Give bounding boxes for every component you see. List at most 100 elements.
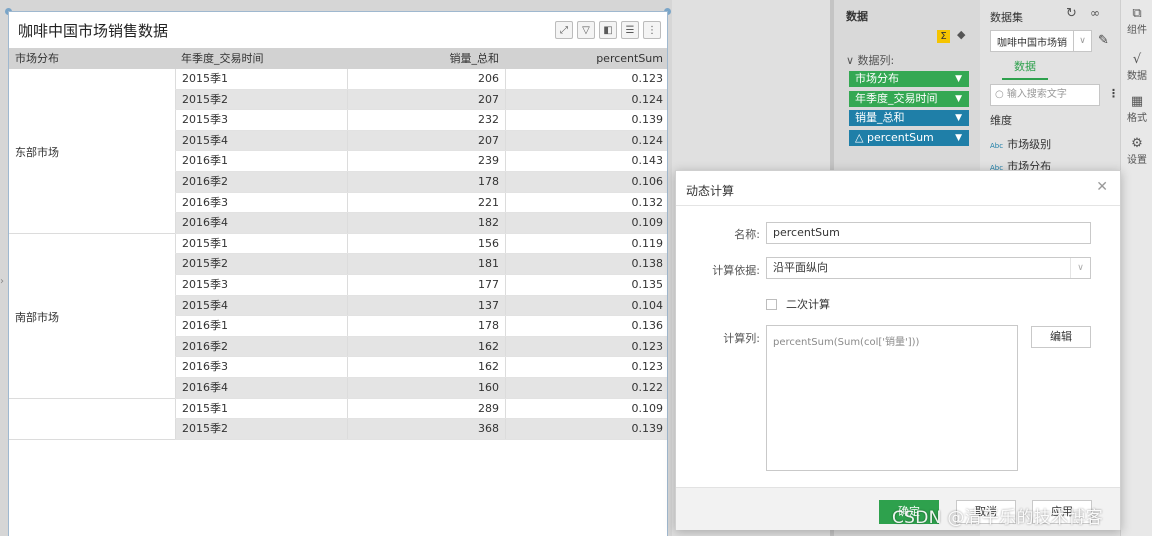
widget-toolbar: ⤢ ▽ ◧ ☰ ⋮ xyxy=(555,21,661,39)
caret-down-icon[interactable]: ▼ xyxy=(955,130,962,146)
edit-button[interactable]: 编辑 xyxy=(1031,326,1091,348)
table-row[interactable]: 2015季4 137 0.104 xyxy=(175,295,667,317)
watermark: CSDN @清平乐的技术博客 xyxy=(892,508,1104,528)
table-row[interactable]: 2016季4 160 0.122 xyxy=(175,378,667,399)
table-row[interactable]: 2016季2 178 0.106 xyxy=(175,172,667,193)
cell-sales: 289 xyxy=(347,398,505,419)
collapse-arrow-icon[interactable]: › xyxy=(0,276,4,287)
name-field[interactable]: percentSum xyxy=(766,222,1091,244)
caret-down-icon[interactable]: ▼ xyxy=(955,91,962,107)
expand-icon[interactable]: ⤢ xyxy=(555,21,573,39)
filter-icon[interactable]: ▽ xyxy=(577,21,595,39)
cell-period: 2015季4 xyxy=(175,295,347,316)
cell-period: 2015季2 xyxy=(175,419,347,439)
cell-sales: 178 xyxy=(347,172,505,192)
group-cell[interactable] xyxy=(9,399,175,440)
table-row[interactable]: 2015季2 181 0.138 xyxy=(175,254,667,275)
cell-percent: 0.138 xyxy=(505,254,667,274)
field-pill-period[interactable]: 年季度_交易时间 ▼ xyxy=(849,91,969,107)
search-input[interactable]: ○ 输入搜索文字 xyxy=(990,84,1100,106)
cell-percent: 0.123 xyxy=(505,69,667,89)
table-row[interactable]: 2016季3 162 0.123 xyxy=(175,357,667,378)
rail-item-format[interactable]: ▦ 格式 xyxy=(1121,94,1152,124)
table-row[interactable]: 2015季3 177 0.135 xyxy=(175,275,667,296)
cell-sales: 239 xyxy=(347,151,505,171)
more-icon[interactable]: ⋮ xyxy=(643,21,661,39)
sigma-icon[interactable]: Σ xyxy=(937,30,950,43)
cell-sales: 206 xyxy=(347,69,505,89)
table-row[interactable]: 2016季3 221 0.132 xyxy=(175,192,667,214)
table-row[interactable]: 2015季2 368 0.139 xyxy=(175,419,667,440)
dynamic-calc-dialog: 动态计算 ✕ 名称: percentSum 计算依据: 沿平面纵向 ∨ 二次计算… xyxy=(675,170,1121,530)
field-item-market-level[interactable]: Abc 市场级别 xyxy=(990,136,1051,152)
field-pill-sales[interactable]: 销量_总和 ▼ xyxy=(849,110,969,126)
data-icon: √ xyxy=(1132,52,1142,67)
column-header-market[interactable]: 市场分布 xyxy=(9,48,175,69)
edit-icon[interactable]: ✎ xyxy=(1098,33,1109,48)
table-row[interactable]: 2016季4 182 0.109 xyxy=(175,213,667,234)
dataset-select[interactable]: 咖啡中国市场销 ∨ xyxy=(990,30,1092,52)
column-header-sales[interactable]: 销量_总和 xyxy=(347,48,505,69)
text-type-icon: Abc xyxy=(990,142,1004,150)
table-row[interactable]: 2015季4 207 0.124 xyxy=(175,130,667,152)
tab-data[interactable]: 数据 xyxy=(1002,58,1048,80)
cell-period: 2016季4 xyxy=(175,213,347,233)
list-icon[interactable]: ☰ xyxy=(621,21,639,39)
formula-textarea[interactable]: percentSum(Sum(col['销量'])) xyxy=(766,325,1018,471)
rail-item-settings[interactable]: ⚙ 设置 xyxy=(1121,136,1152,166)
cell-period: 2016季2 xyxy=(175,172,347,192)
field-pill-label: 销量_总和 xyxy=(855,111,905,124)
name-label: 名称: xyxy=(734,228,760,241)
table-row[interactable]: 2016季2 162 0.123 xyxy=(175,336,667,358)
cell-period: 2015季4 xyxy=(175,130,347,151)
export-icon[interactable]: ◧ xyxy=(599,21,617,39)
cell-percent: 0.124 xyxy=(505,89,667,110)
cell-percent: 0.143 xyxy=(505,151,667,171)
chevron-down-icon[interactable]: ∨ xyxy=(1073,31,1091,51)
chevron-down-icon[interactable]: ∨ xyxy=(1070,258,1090,278)
cell-period: 2016季1 xyxy=(175,316,347,336)
caret-down-icon[interactable]: ▼ xyxy=(955,71,962,87)
cell-sales: 160 xyxy=(347,378,505,398)
column-header-percent[interactable]: percentSum xyxy=(505,48,667,69)
table-row[interactable]: 2015季1 206 0.123 xyxy=(175,69,667,90)
close-icon[interactable]: ✕ xyxy=(1096,179,1108,195)
column-header-period[interactable]: 年季度_交易时间 xyxy=(175,48,347,69)
more-icon[interactable]: ⋮ xyxy=(1108,87,1119,100)
cell-period: 2015季3 xyxy=(175,275,347,295)
field-pill-percent[interactable]: △ percentSum ▼ xyxy=(849,130,969,146)
dataset-title: 数据集 xyxy=(990,11,1023,24)
eraser-icon[interactable]: ◆ xyxy=(957,28,965,41)
link-icon[interactable]: ∞ xyxy=(1090,6,1100,20)
table-row[interactable]: 2015季1 156 0.119 xyxy=(175,233,667,255)
cell-percent: 0.139 xyxy=(505,419,667,439)
group-cell[interactable]: 东部市场 xyxy=(9,69,175,234)
checkbox-box[interactable] xyxy=(766,298,777,310)
cell-percent: 0.139 xyxy=(505,110,667,130)
widget-title: 咖啡中国市场销售数据 xyxy=(18,22,169,40)
table-row[interactable]: 2015季3 232 0.139 xyxy=(175,110,667,131)
field-pill-market[interactable]: 市场分布 ▼ xyxy=(849,71,969,87)
table-row[interactable]: 2016季1 239 0.143 xyxy=(175,151,667,172)
cell-percent: 0.132 xyxy=(505,192,667,213)
cell-percent: 0.106 xyxy=(505,172,667,192)
table-row[interactable]: 2016季1 178 0.136 xyxy=(175,316,667,337)
secondary-calc-checkbox[interactable]: 二次计算 xyxy=(766,296,830,312)
rail-item-data[interactable]: √ 数据 xyxy=(1121,52,1152,82)
data-columns-label: ∨ 数据列: xyxy=(846,54,895,67)
cell-period: 2016季3 xyxy=(175,357,347,377)
rail-item-widget[interactable]: ⧉ 组件 xyxy=(1121,6,1152,36)
dataset-select-value: 咖啡中国市场销 xyxy=(997,37,1067,49)
table-row[interactable]: 2015季2 207 0.124 xyxy=(175,89,667,111)
basis-select-value: 沿平面纵向 xyxy=(773,261,828,274)
basis-select[interactable]: 沿平面纵向 ∨ xyxy=(766,257,1091,279)
caret-down-icon[interactable]: ▼ xyxy=(955,110,962,126)
table-row[interactable]: 2015季1 289 0.109 xyxy=(175,398,667,420)
cell-sales: 162 xyxy=(347,357,505,377)
widget-icon: ⧉ xyxy=(1132,6,1142,21)
table-widget[interactable]: 咖啡中国市场销售数据 ⤢ ▽ ◧ ☰ ⋮ 市场分布 年季度_交易时间 销量_总和… xyxy=(8,11,668,536)
group-cell[interactable]: 南部市场 xyxy=(9,234,175,399)
cell-period: 2015季3 xyxy=(175,110,347,130)
refresh-icon[interactable]: ↻ xyxy=(1066,6,1077,21)
table-widget-area: › 咖啡中国市场销售数据 ⤢ ▽ ◧ ☰ ⋮ 市场分布 年季度_交易时间 销量_… xyxy=(0,0,672,536)
